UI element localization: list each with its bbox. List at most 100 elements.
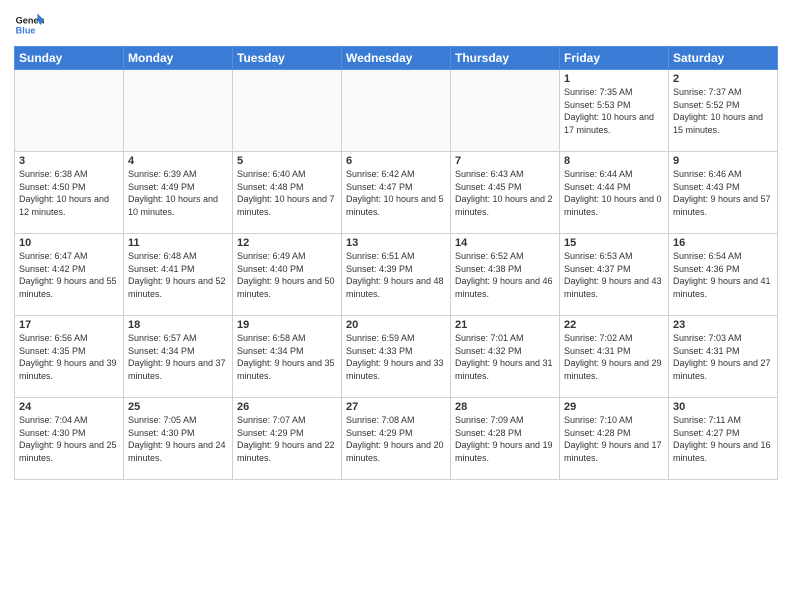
day-number: 1 xyxy=(564,73,664,85)
day-number: 3 xyxy=(19,155,119,167)
calendar-cell: 15Sunrise: 6:53 AM Sunset: 4:37 PM Dayli… xyxy=(560,234,669,316)
calendar-cell: 18Sunrise: 6:57 AM Sunset: 4:34 PM Dayli… xyxy=(124,316,233,398)
day-detail: Sunrise: 6:40 AM Sunset: 4:48 PM Dayligh… xyxy=(237,168,337,218)
day-number: 15 xyxy=(564,237,664,249)
header: General Blue xyxy=(14,10,778,40)
day-detail: Sunrise: 6:43 AM Sunset: 4:45 PM Dayligh… xyxy=(455,168,555,218)
day-number: 8 xyxy=(564,155,664,167)
calendar-cell: 16Sunrise: 6:54 AM Sunset: 4:36 PM Dayli… xyxy=(669,234,778,316)
calendar-cell xyxy=(124,70,233,152)
day-number: 23 xyxy=(673,319,773,331)
calendar-cell: 28Sunrise: 7:09 AM Sunset: 4:28 PM Dayli… xyxy=(451,398,560,480)
calendar-cell: 13Sunrise: 6:51 AM Sunset: 4:39 PM Dayli… xyxy=(342,234,451,316)
day-detail: Sunrise: 6:59 AM Sunset: 4:33 PM Dayligh… xyxy=(346,332,446,382)
svg-text:Blue: Blue xyxy=(16,25,36,35)
weekday-header: Saturday xyxy=(669,47,778,70)
day-number: 24 xyxy=(19,401,119,413)
calendar-cell: 17Sunrise: 6:56 AM Sunset: 4:35 PM Dayli… xyxy=(15,316,124,398)
day-detail: Sunrise: 7:05 AM Sunset: 4:30 PM Dayligh… xyxy=(128,414,228,464)
calendar-cell: 21Sunrise: 7:01 AM Sunset: 4:32 PM Dayli… xyxy=(451,316,560,398)
day-number: 29 xyxy=(564,401,664,413)
weekday-header: Monday xyxy=(124,47,233,70)
day-detail: Sunrise: 7:09 AM Sunset: 4:28 PM Dayligh… xyxy=(455,414,555,464)
calendar-cell: 19Sunrise: 6:58 AM Sunset: 4:34 PM Dayli… xyxy=(233,316,342,398)
calendar-cell: 14Sunrise: 6:52 AM Sunset: 4:38 PM Dayli… xyxy=(451,234,560,316)
day-number: 13 xyxy=(346,237,446,249)
day-detail: Sunrise: 6:49 AM Sunset: 4:40 PM Dayligh… xyxy=(237,250,337,300)
calendar-cell: 3Sunrise: 6:38 AM Sunset: 4:50 PM Daylig… xyxy=(15,152,124,234)
weekday-header: Wednesday xyxy=(342,47,451,70)
calendar-cell: 8Sunrise: 6:44 AM Sunset: 4:44 PM Daylig… xyxy=(560,152,669,234)
day-detail: Sunrise: 7:07 AM Sunset: 4:29 PM Dayligh… xyxy=(237,414,337,464)
day-detail: Sunrise: 6:56 AM Sunset: 4:35 PM Dayligh… xyxy=(19,332,119,382)
day-number: 11 xyxy=(128,237,228,249)
day-number: 30 xyxy=(673,401,773,413)
day-number: 6 xyxy=(346,155,446,167)
calendar-week: 17Sunrise: 6:56 AM Sunset: 4:35 PM Dayli… xyxy=(15,316,778,398)
day-detail: Sunrise: 6:38 AM Sunset: 4:50 PM Dayligh… xyxy=(19,168,119,218)
day-number: 25 xyxy=(128,401,228,413)
day-number: 16 xyxy=(673,237,773,249)
day-number: 22 xyxy=(564,319,664,331)
logo: General Blue xyxy=(14,10,44,40)
day-number: 14 xyxy=(455,237,555,249)
calendar-cell: 24Sunrise: 7:04 AM Sunset: 4:30 PM Dayli… xyxy=(15,398,124,480)
day-number: 5 xyxy=(237,155,337,167)
day-number: 20 xyxy=(346,319,446,331)
logo-icon: General Blue xyxy=(14,10,44,40)
day-detail: Sunrise: 6:44 AM Sunset: 4:44 PM Dayligh… xyxy=(564,168,664,218)
calendar-cell: 6Sunrise: 6:42 AM Sunset: 4:47 PM Daylig… xyxy=(342,152,451,234)
calendar-cell: 9Sunrise: 6:46 AM Sunset: 4:43 PM Daylig… xyxy=(669,152,778,234)
calendar-cell: 5Sunrise: 6:40 AM Sunset: 4:48 PM Daylig… xyxy=(233,152,342,234)
day-number: 18 xyxy=(128,319,228,331)
day-detail: Sunrise: 6:54 AM Sunset: 4:36 PM Dayligh… xyxy=(673,250,773,300)
calendar-week: 10Sunrise: 6:47 AM Sunset: 4:42 PM Dayli… xyxy=(15,234,778,316)
day-number: 9 xyxy=(673,155,773,167)
day-detail: Sunrise: 6:57 AM Sunset: 4:34 PM Dayligh… xyxy=(128,332,228,382)
calendar-week: 1Sunrise: 7:35 AM Sunset: 5:53 PM Daylig… xyxy=(15,70,778,152)
calendar-cell xyxy=(451,70,560,152)
calendar-cell: 22Sunrise: 7:02 AM Sunset: 4:31 PM Dayli… xyxy=(560,316,669,398)
page: General Blue SundayMondayTuesdayWednesda… xyxy=(0,0,792,612)
day-number: 19 xyxy=(237,319,337,331)
day-detail: Sunrise: 7:01 AM Sunset: 4:32 PM Dayligh… xyxy=(455,332,555,382)
day-number: 12 xyxy=(237,237,337,249)
day-detail: Sunrise: 6:48 AM Sunset: 4:41 PM Dayligh… xyxy=(128,250,228,300)
day-number: 28 xyxy=(455,401,555,413)
day-detail: Sunrise: 6:42 AM Sunset: 4:47 PM Dayligh… xyxy=(346,168,446,218)
calendar-cell: 29Sunrise: 7:10 AM Sunset: 4:28 PM Dayli… xyxy=(560,398,669,480)
day-detail: Sunrise: 7:35 AM Sunset: 5:53 PM Dayligh… xyxy=(564,86,664,136)
weekday-header: Sunday xyxy=(15,47,124,70)
calendar-cell: 1Sunrise: 7:35 AM Sunset: 5:53 PM Daylig… xyxy=(560,70,669,152)
day-detail: Sunrise: 7:10 AM Sunset: 4:28 PM Dayligh… xyxy=(564,414,664,464)
calendar-cell: 26Sunrise: 7:07 AM Sunset: 4:29 PM Dayli… xyxy=(233,398,342,480)
day-detail: Sunrise: 6:51 AM Sunset: 4:39 PM Dayligh… xyxy=(346,250,446,300)
calendar-cell: 2Sunrise: 7:37 AM Sunset: 5:52 PM Daylig… xyxy=(669,70,778,152)
calendar-cell: 23Sunrise: 7:03 AM Sunset: 4:31 PM Dayli… xyxy=(669,316,778,398)
weekday-header: Tuesday xyxy=(233,47,342,70)
calendar-cell: 11Sunrise: 6:48 AM Sunset: 4:41 PM Dayli… xyxy=(124,234,233,316)
calendar-cell: 20Sunrise: 6:59 AM Sunset: 4:33 PM Dayli… xyxy=(342,316,451,398)
day-detail: Sunrise: 6:52 AM Sunset: 4:38 PM Dayligh… xyxy=(455,250,555,300)
calendar-week: 3Sunrise: 6:38 AM Sunset: 4:50 PM Daylig… xyxy=(15,152,778,234)
calendar-cell: 30Sunrise: 7:11 AM Sunset: 4:27 PM Dayli… xyxy=(669,398,778,480)
calendar-cell xyxy=(15,70,124,152)
day-detail: Sunrise: 6:39 AM Sunset: 4:49 PM Dayligh… xyxy=(128,168,228,218)
day-number: 10 xyxy=(19,237,119,249)
calendar-cell: 7Sunrise: 6:43 AM Sunset: 4:45 PM Daylig… xyxy=(451,152,560,234)
calendar-cell xyxy=(342,70,451,152)
day-detail: Sunrise: 6:47 AM Sunset: 4:42 PM Dayligh… xyxy=(19,250,119,300)
calendar-week: 24Sunrise: 7:04 AM Sunset: 4:30 PM Dayli… xyxy=(15,398,778,480)
day-detail: Sunrise: 7:11 AM Sunset: 4:27 PM Dayligh… xyxy=(673,414,773,464)
weekday-header: Friday xyxy=(560,47,669,70)
calendar: SundayMondayTuesdayWednesdayThursdayFrid… xyxy=(14,46,778,480)
day-number: 21 xyxy=(455,319,555,331)
day-detail: Sunrise: 6:46 AM Sunset: 4:43 PM Dayligh… xyxy=(673,168,773,218)
day-detail: Sunrise: 7:04 AM Sunset: 4:30 PM Dayligh… xyxy=(19,414,119,464)
calendar-cell: 27Sunrise: 7:08 AM Sunset: 4:29 PM Dayli… xyxy=(342,398,451,480)
day-detail: Sunrise: 7:37 AM Sunset: 5:52 PM Dayligh… xyxy=(673,86,773,136)
calendar-cell: 25Sunrise: 7:05 AM Sunset: 4:30 PM Dayli… xyxy=(124,398,233,480)
day-number: 2 xyxy=(673,73,773,85)
day-detail: Sunrise: 7:02 AM Sunset: 4:31 PM Dayligh… xyxy=(564,332,664,382)
weekday-header: Thursday xyxy=(451,47,560,70)
